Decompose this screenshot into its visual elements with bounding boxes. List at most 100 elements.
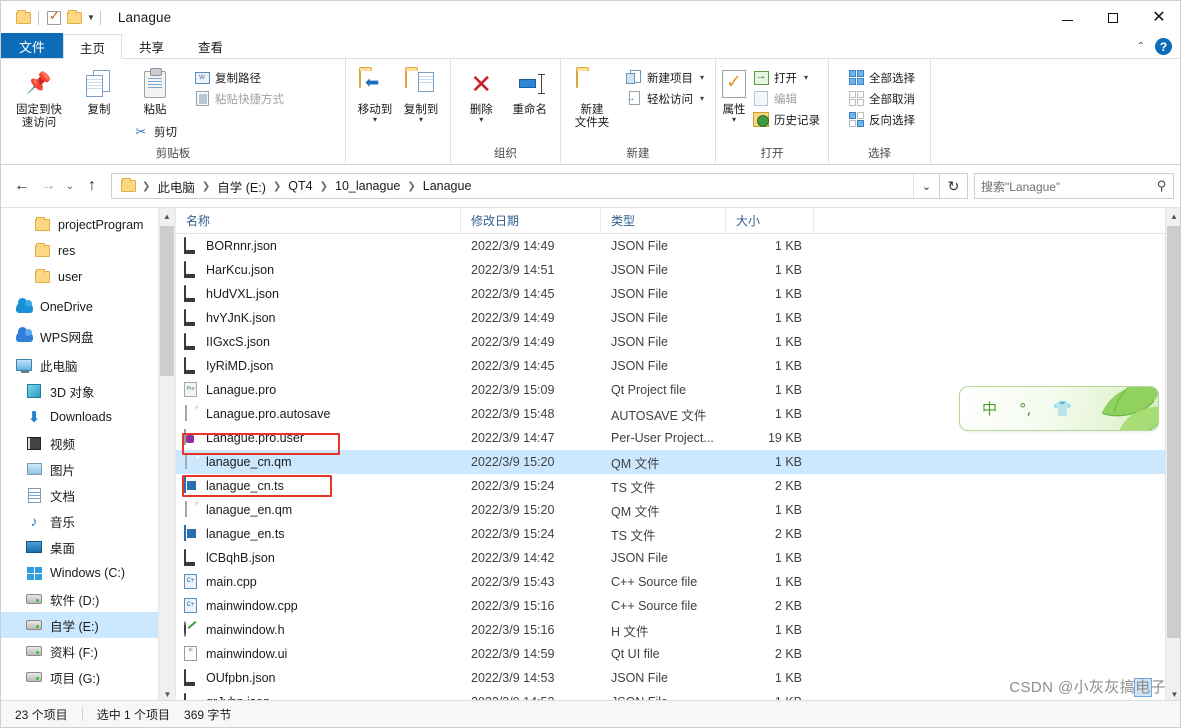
refresh-button[interactable]: ↻ xyxy=(940,173,968,199)
up-button[interactable]: ↑ xyxy=(79,173,105,199)
delete-button[interactable]: ✕ 删除 ▾ xyxy=(457,63,506,124)
chevron-down-icon[interactable]: ▾ xyxy=(732,116,736,124)
scroll-up-icon[interactable]: ▲ xyxy=(159,208,175,225)
table-row[interactable]: mainwindow.h 2022/3/9 15:16 H 文件 1 KB xyxy=(176,618,1180,642)
search-input[interactable]: 搜索"Lanague" xyxy=(981,178,1157,195)
table-row[interactable]: hvYJnK.json 2022/3/9 14:49 JSON File 1 K… xyxy=(176,306,1180,330)
table-row[interactable]: HarKcu.json 2022/3/9 14:51 JSON File 1 K… xyxy=(176,258,1180,282)
paste-shortcut-button[interactable]: 粘贴快捷方式 xyxy=(189,88,289,109)
table-row-selected[interactable]: lanague_cn.qm 2022/3/9 15:20 QM 文件 1 KB xyxy=(176,450,1180,474)
sidebar-item-desktop[interactable]: 桌面 xyxy=(1,534,175,560)
select-none-button[interactable]: 全部取消 xyxy=(843,88,920,109)
move-to-button[interactable]: ⬅ 移动到 ▾ xyxy=(352,63,398,124)
sidebar-item-videos[interactable]: 视频 xyxy=(1,430,175,456)
forward-button[interactable]: → xyxy=(35,173,61,199)
sidebar-item-projectprogram[interactable]: projectProgram xyxy=(1,212,175,238)
chevron-down-icon[interactable]: ▾ xyxy=(804,73,808,82)
table-row[interactable]: lanague_cn.ts 2022/3/9 15:24 TS 文件 2 KB xyxy=(176,474,1180,498)
folder-icon[interactable] xyxy=(13,8,33,28)
edit-button[interactable]: 编辑 xyxy=(748,88,825,109)
tab-home[interactable]: 主页 xyxy=(63,34,123,59)
sidebar-item-drive-f[interactable]: 资料 (F:) xyxy=(1,638,175,664)
breadcrumb-item-lanague[interactable]: Lanague xyxy=(420,179,475,193)
ime-floating-bar[interactable]: 中 °, 👕 xyxy=(959,386,1159,431)
search-box[interactable]: 搜索"Lanague" ⚲ xyxy=(974,173,1174,199)
sidebar-item-drive-d[interactable]: 软件 (D:) xyxy=(1,586,175,612)
scroll-up-icon[interactable]: ▲ xyxy=(1166,208,1180,225)
chevron-down-icon[interactable]: ▾ xyxy=(373,116,377,124)
table-row[interactable]: IyRiMD.json 2022/3/9 14:45 JSON File 1 K… xyxy=(176,354,1180,378)
scrollbar-thumb[interactable] xyxy=(160,226,174,376)
table-row[interactable]: OUfpbn.json 2022/3/9 14:53 JSON File 1 K… xyxy=(176,666,1180,690)
easy-access-button[interactable]: → 轻松访问 ▾ xyxy=(621,88,709,109)
breadcrumb-item-this-pc[interactable]: 此电脑 xyxy=(154,177,198,196)
scrollbar-thumb[interactable] xyxy=(1167,226,1180,638)
copy-button[interactable]: 复制 xyxy=(71,63,127,117)
new-item-button[interactable]: 新建项目 ▾ xyxy=(621,67,709,88)
sidebar-item-this-pc[interactable]: 此电脑 xyxy=(1,352,175,378)
column-date-modified[interactable]: 修改日期 xyxy=(461,208,601,234)
chevron-up-icon[interactable]: ⌃ xyxy=(1137,41,1145,52)
history-button[interactable]: 历史记录 xyxy=(748,109,825,130)
sidebar-item-wps-cloud[interactable]: WPS网盘 xyxy=(1,323,175,349)
table-row[interactable]: ui mainwindow.ui 2022/3/9 14:59 Qt UI fil… xyxy=(176,642,1180,666)
select-all-button[interactable]: 全部选择 xyxy=(843,67,920,88)
sidebar-item-drive-e[interactable]: 自学 (E:) xyxy=(1,612,175,638)
pin-to-quick-access-button[interactable]: 📌 固定到快 速访问 xyxy=(7,63,71,130)
chevron-down-icon[interactable]: ▾ xyxy=(419,116,423,124)
search-icon[interactable]: ⚲ xyxy=(1157,178,1167,194)
file-list-scrollbar[interactable]: ▲ ▼ xyxy=(1165,208,1180,703)
column-name[interactable]: ⌃ 名称 xyxy=(176,208,461,234)
soft-keyboard-icon[interactable]: 👕 xyxy=(1053,400,1072,418)
close-button[interactable]: ✕ xyxy=(1136,1,1180,34)
cut-button[interactable]: ✂ 剪切 xyxy=(128,121,182,142)
sidebar-item-3d-objects[interactable]: 3D 对象 xyxy=(1,378,175,404)
table-row[interactable]: BORnnr.json 2022/3/9 14:49 JSON File 1 K… xyxy=(176,234,1180,258)
chevron-down-icon[interactable]: ▾ xyxy=(700,94,704,103)
help-icon[interactable]: ? xyxy=(1155,38,1172,55)
properties-button[interactable]: 属性 ▾ xyxy=(722,63,746,124)
table-row[interactable]: IIGxcS.json 2022/3/9 14:49 JSON File 1 K… xyxy=(176,330,1180,354)
sidebar-item-downloads[interactable]: ⬇ Downloads xyxy=(1,404,175,430)
open-button[interactable]: 打开 ▾ xyxy=(748,67,825,88)
copy-to-button[interactable]: 复制到 ▾ xyxy=(398,63,444,124)
column-type[interactable]: 类型 xyxy=(601,208,726,234)
tab-view[interactable]: 查看 xyxy=(181,33,240,58)
tab-share[interactable]: 共享 xyxy=(122,33,181,58)
sidebar-item-res[interactable]: res xyxy=(1,238,175,264)
ime-punctuation-toggle[interactable]: °, xyxy=(1019,400,1031,418)
new-folder-quick-icon[interactable] xyxy=(64,8,84,28)
chevron-down-icon[interactable]: ▾ xyxy=(479,116,483,124)
minimize-button[interactable] xyxy=(1044,1,1090,34)
sidebar-item-windows-c[interactable]: Windows (C:) xyxy=(1,560,175,586)
invert-selection-button[interactable]: 反向选择 xyxy=(843,109,920,130)
table-row[interactable]: lanague_en.ts 2022/3/9 15:24 TS 文件 2 KB xyxy=(176,522,1180,546)
sidebar-item-onedrive[interactable]: OneDrive xyxy=(1,294,175,320)
rename-button[interactable]: 重命名 xyxy=(506,63,555,117)
back-button[interactable]: ← xyxy=(9,173,35,199)
breadcrumb[interactable]: ❯ 此电脑 ❯ 自学 (E:) ❯ QT4 ❯ 10_lanague ❯ Lan… xyxy=(111,173,940,199)
table-row[interactable]: lanague_en.qm 2022/3/9 15:20 QM 文件 1 KB xyxy=(176,498,1180,522)
breadcrumb-item-drive-e[interactable]: 自学 (E:) xyxy=(214,177,269,196)
paste-button[interactable]: 粘贴 xyxy=(127,63,183,117)
table-row[interactable]: hUdVXL.json 2022/3/9 14:45 JSON File 1 K… xyxy=(176,282,1180,306)
maximize-button[interactable] xyxy=(1090,1,1136,34)
sidebar-item-music[interactable]: ♪ 音乐 xyxy=(1,508,175,534)
sidebar-item-documents[interactable]: 文档 xyxy=(1,482,175,508)
table-row[interactable]: C+ mainwindow.cpp 2022/3/9 15:16 C++ Sour… xyxy=(176,594,1180,618)
chevron-down-icon[interactable]: ▼ xyxy=(87,13,95,22)
table-row[interactable]: lCBqhB.json 2022/3/9 14:42 JSON File 1 K… xyxy=(176,546,1180,570)
column-size[interactable]: 大小 xyxy=(726,208,814,234)
recent-locations-button[interactable]: ⌄ xyxy=(61,173,79,199)
copy-path-button[interactable]: W 复制路径 xyxy=(189,67,289,88)
table-row[interactable]: C+ main.cpp 2022/3/9 15:43 C++ Source fil… xyxy=(176,570,1180,594)
check-properties-icon[interactable] xyxy=(44,8,64,28)
new-folder-button[interactable]: 新建 文件夹 xyxy=(567,63,617,130)
sidebar-item-drive-g[interactable]: 项目 (G:) xyxy=(1,664,175,690)
breadcrumb-item-qt4[interactable]: QT4 xyxy=(285,179,315,193)
chevron-down-icon[interactable]: ⌄ xyxy=(913,174,939,198)
ime-mode-chinese[interactable]: 中 xyxy=(982,398,997,419)
tab-file[interactable]: 文件 xyxy=(1,33,64,58)
breadcrumb-item-10-lanague[interactable]: 10_lanague xyxy=(332,179,403,193)
sidebar-item-user[interactable]: user xyxy=(1,264,175,290)
